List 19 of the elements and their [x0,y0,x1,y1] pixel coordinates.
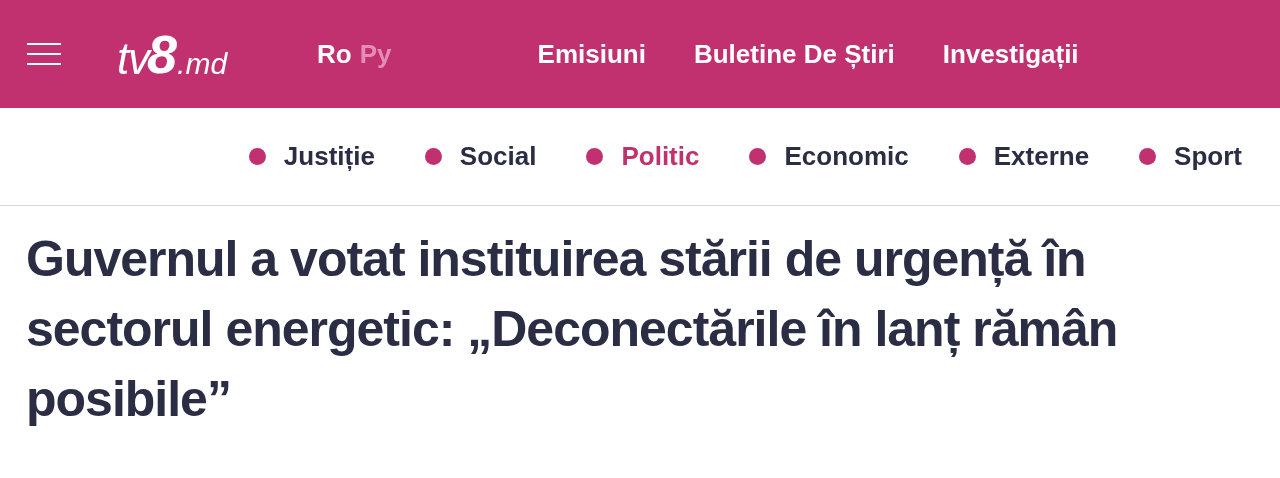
bullet-icon [958,148,976,165]
category-link[interactable]: Externe [958,137,1090,176]
bullet-icon [248,148,266,165]
category-link[interactable]: Social [424,137,537,176]
nav-link[interactable]: Emisiuni [537,34,646,74]
bullet-icon [424,148,442,165]
nav-link[interactable]: Investigații [942,34,1079,74]
nav-link[interactable]: Buletine De Știri [693,34,895,74]
menu-icon[interactable] [27,41,61,67]
category-link[interactable]: Justiție [248,137,375,176]
bullet-icon [749,148,767,165]
language-link[interactable]: Ro [317,34,352,74]
category-link[interactable]: Politic [586,137,700,176]
bullet-icon [586,148,604,165]
bullet-icon [1139,148,1157,165]
article-headline: Guvernul a votat instituirea stării de urgență în sectorul energetic: „Deconectările în lanț rămân posibile” [25,230,1119,429]
category-link[interactable]: Economic [749,137,909,176]
category-link[interactable]: Sport [1139,137,1242,176]
site-logo[interactable]: tv8.md [117,27,228,81]
